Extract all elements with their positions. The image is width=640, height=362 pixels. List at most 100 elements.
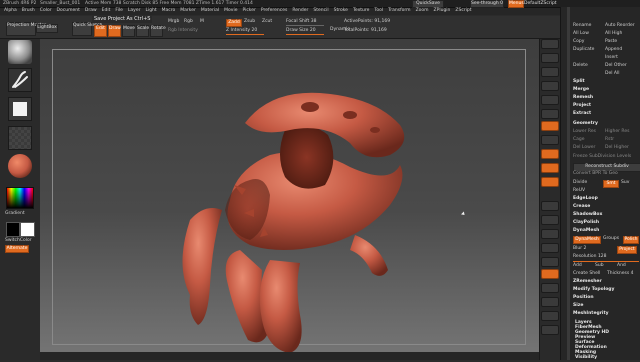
shadowbox-header[interactable]: ShadowBox bbox=[573, 212, 639, 219]
rgb-intensity-slider[interactable]: Rgb Intensity bbox=[168, 28, 198, 34]
gradient-label[interactable]: Gradient bbox=[5, 211, 25, 217]
suv-button[interactable]: Suv bbox=[621, 180, 629, 186]
mrgb-button[interactable]: Mrgb bbox=[168, 19, 179, 25]
menu-picker[interactable]: Picker bbox=[242, 8, 255, 14]
menus-toggle[interactable]: Menus bbox=[508, 0, 524, 8]
create-shell-button[interactable]: Create Shell bbox=[573, 271, 600, 276]
z-intensity-slider[interactable]: Z Intensity 20 bbox=[226, 28, 264, 35]
menu-alpha[interactable]: Alpha bbox=[4, 8, 17, 14]
edit-button[interactable]: Edit bbox=[94, 25, 107, 37]
tool-project-button[interactable]: Project bbox=[573, 103, 605, 110]
menu-marker[interactable]: Marker bbox=[180, 8, 196, 14]
menu-brush[interactable]: Brush bbox=[22, 8, 35, 14]
polish-button[interactable]: Polish bbox=[623, 236, 639, 244]
position-header[interactable]: Position bbox=[573, 295, 639, 302]
floor-icon[interactable] bbox=[541, 135, 559, 145]
main-color-swatch[interactable] bbox=[20, 222, 35, 237]
tool-merge-button[interactable]: Merge bbox=[573, 87, 605, 94]
tool-paste-button[interactable]: Paste bbox=[605, 39, 637, 46]
draw-button[interactable]: Draw bbox=[108, 25, 121, 37]
reuv-button[interactable]: ReUV bbox=[573, 188, 639, 195]
scale-icon[interactable] bbox=[541, 229, 559, 239]
see-through-slider[interactable]: See-through 0 bbox=[470, 0, 504, 8]
menu-tool[interactable]: Tool bbox=[374, 8, 383, 14]
lsym-icon[interactable] bbox=[541, 163, 559, 173]
subdiv-rstr-button[interactable]: Rstr bbox=[605, 137, 637, 144]
zremesher-header[interactable]: ZRemesher bbox=[573, 279, 639, 286]
meshintegrity-header[interactable]: MeshIntegrity bbox=[573, 311, 639, 318]
tool-insert-button[interactable]: Insert bbox=[605, 55, 637, 62]
quicksave-button[interactable]: QuickSave bbox=[412, 0, 444, 8]
subdiv-del-lower-button[interactable]: Del Lower bbox=[573, 145, 605, 152]
material-thumbnail[interactable] bbox=[8, 154, 32, 178]
rgb-button[interactable]: Rgb bbox=[184, 19, 193, 25]
menu-zoom[interactable]: Zoom bbox=[416, 8, 429, 14]
zsub-button[interactable]: Zsub bbox=[244, 19, 255, 25]
tool-delete-button[interactable]: Delete bbox=[573, 63, 605, 70]
tool-remesh-button[interactable]: Remesh bbox=[573, 95, 605, 102]
secondary-color-swatch[interactable] bbox=[6, 222, 20, 237]
draw-size-slider[interactable]: Draw Size 20 bbox=[286, 28, 324, 35]
subdiv-cage-button[interactable]: Cage bbox=[573, 137, 605, 144]
subdiv-del-higher-button[interactable]: Del Higher bbox=[605, 145, 637, 152]
rotate-icon[interactable] bbox=[541, 243, 559, 253]
tool-del-other-button[interactable]: Del Other bbox=[605, 63, 637, 70]
menu-document[interactable]: Document bbox=[57, 8, 80, 14]
alternate-button[interactable]: Alternate bbox=[5, 245, 29, 253]
projection-master-button[interactable]: Projection Master bbox=[6, 22, 46, 36]
stroke-thumbnail[interactable] bbox=[8, 68, 32, 92]
convert-bpr-button[interactable]: Convert BPR To Geo bbox=[573, 171, 639, 178]
xyz-icon[interactable] bbox=[541, 177, 559, 187]
tool-extract-button[interactable]: Extract bbox=[573, 111, 605, 118]
alpha-thumbnail[interactable] bbox=[8, 97, 32, 121]
move-button[interactable]: Move bbox=[122, 25, 135, 37]
resolution-slider[interactable]: Resolution 128 bbox=[573, 254, 639, 262]
project-button[interactable]: Project bbox=[617, 246, 637, 254]
lightbox-button[interactable]: LightBox bbox=[36, 24, 58, 33]
scale-button[interactable]: Scale bbox=[136, 25, 149, 37]
color-picker[interactable] bbox=[6, 187, 34, 209]
rotate-button[interactable]: Rotate bbox=[150, 25, 166, 37]
size-header[interactable]: Size bbox=[573, 303, 639, 310]
aahalf-icon[interactable] bbox=[541, 109, 559, 119]
geometry-header[interactable]: Geometry bbox=[573, 121, 639, 128]
menu-edit[interactable]: Edit bbox=[102, 8, 111, 14]
xpose-icon[interactable] bbox=[541, 325, 559, 335]
spix-icon[interactable] bbox=[541, 53, 559, 63]
section-visibility[interactable]: Visibility bbox=[575, 355, 640, 362]
add-button[interactable]: Add bbox=[573, 263, 582, 268]
actual-icon[interactable] bbox=[541, 95, 559, 105]
quick-sketch-button[interactable]: Quick Sketch bbox=[72, 22, 102, 36]
m-button[interactable]: M bbox=[200, 19, 204, 25]
sculpt-model[interactable] bbox=[150, 85, 450, 355]
transp-icon[interactable] bbox=[541, 283, 559, 293]
default-zscript-button[interactable]: DefaultZScript bbox=[524, 1, 557, 7]
linefill-icon[interactable] bbox=[541, 257, 559, 267]
tool-split-button[interactable]: Split bbox=[573, 79, 605, 86]
zadd-button[interactable]: Zadd bbox=[226, 19, 242, 27]
brush-thumbnail[interactable] bbox=[8, 40, 32, 64]
subdiv-freeze-subdivision-levels-button[interactable]: Freeze SubDivision Levels bbox=[573, 154, 639, 161]
tool-duplicate-button[interactable]: Duplicate bbox=[573, 47, 605, 54]
move-icon[interactable] bbox=[541, 215, 559, 225]
menu-file[interactable]: File bbox=[115, 8, 123, 14]
menu-color[interactable]: Color bbox=[40, 8, 52, 14]
blur-slider[interactable]: Blur 2 bbox=[573, 246, 586, 251]
menu-layer[interactable]: Layer bbox=[128, 8, 141, 14]
bpr-icon[interactable] bbox=[541, 39, 559, 49]
focal-shift-slider[interactable]: Focal Shift 38 bbox=[286, 19, 324, 26]
zcut-button[interactable]: Zcut bbox=[262, 19, 272, 25]
edgeloop-header[interactable]: EdgeLoop bbox=[573, 196, 639, 203]
thickness-slider[interactable]: Thickness 4 bbox=[607, 271, 634, 277]
polyf-icon[interactable] bbox=[541, 269, 559, 279]
menu-zscript[interactable]: ZScript bbox=[455, 8, 471, 14]
menu-stroke[interactable]: Stroke bbox=[334, 8, 348, 14]
modify-topology-header[interactable]: Modify Topology bbox=[573, 287, 639, 294]
menu-material[interactable]: Material bbox=[201, 8, 219, 14]
subdiv-higher-res-button[interactable]: Higher Res bbox=[605, 129, 637, 136]
tool-auto-reorder-button[interactable]: Auto Reorder bbox=[605, 23, 637, 30]
frame-icon[interactable] bbox=[541, 201, 559, 211]
tool-copy-button[interactable]: Copy bbox=[573, 39, 605, 46]
dynamesh-header[interactable]: DynaMesh bbox=[573, 228, 639, 235]
subdiv-lower-res-button[interactable]: Lower Res bbox=[573, 129, 605, 136]
